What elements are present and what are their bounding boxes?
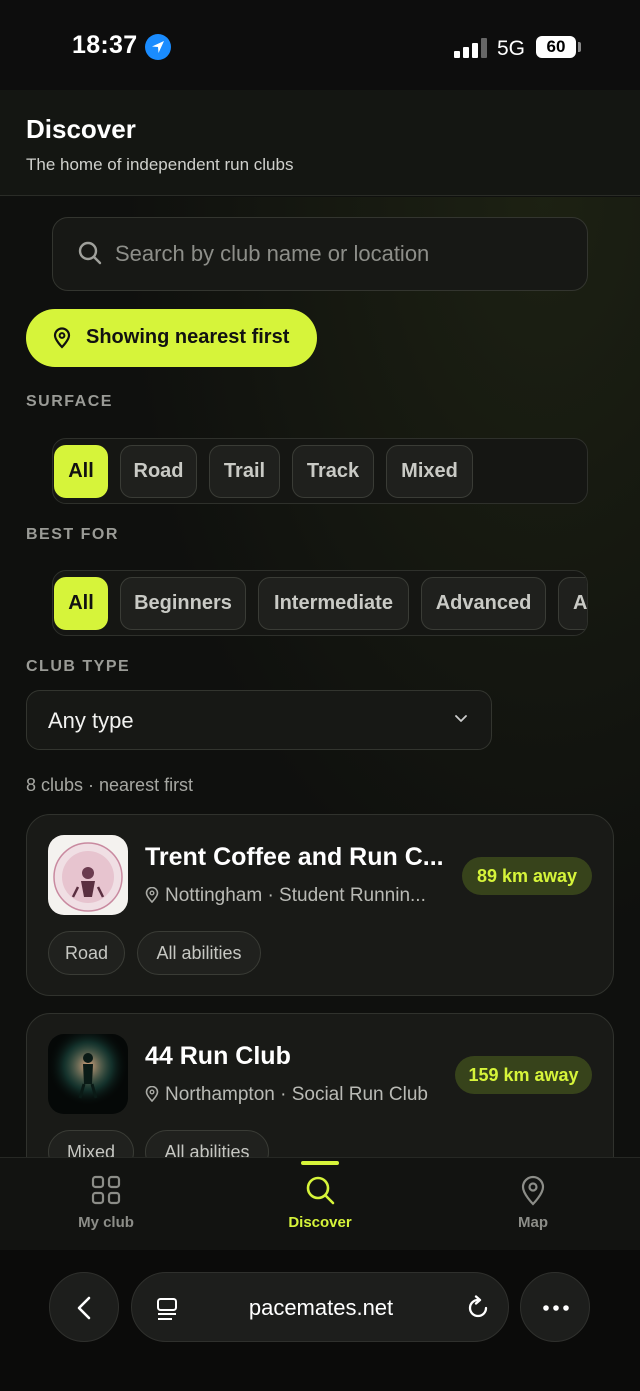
- browser-toolbar: pacemates.net: [0, 1250, 640, 1391]
- best-for-chip-beginners[interactable]: Beginners: [120, 577, 246, 630]
- status-time: 18:37: [72, 31, 138, 59]
- club-tag-ability: All abilities: [137, 931, 261, 975]
- search-box[interactable]: [52, 217, 588, 291]
- discover-content[interactable]: Showing nearest first SURFACE All Road T…: [0, 197, 640, 1157]
- search-input[interactable]: [115, 218, 575, 290]
- surface-chip-mixed[interactable]: Mixed: [386, 445, 473, 498]
- nav-map[interactable]: Map: [443, 1158, 623, 1251]
- chevron-down-icon: [455, 715, 467, 722]
- best-for-label: BEST FOR: [26, 526, 119, 543]
- reload-icon[interactable]: [465, 1295, 491, 1321]
- reader-view-icon: [157, 1298, 177, 1320]
- club-meta: Nottingham · Student Runnin...: [145, 885, 445, 907]
- network-type: 5G: [497, 37, 526, 60]
- map-pin-icon: [145, 886, 159, 904]
- map-pin-icon: [53, 327, 71, 349]
- club-location: Nottingham · Student Runnin...: [165, 885, 426, 906]
- club-tag-surface: Mixed: [48, 1130, 134, 1157]
- map-pin-icon: [521, 1175, 545, 1206]
- chevron-left-icon: [77, 1296, 91, 1320]
- club-meta: Northampton · Social Run Club: [145, 1084, 445, 1106]
- page-subtitle: The home of independent run clubs: [26, 155, 294, 174]
- club-tag-ability: All abilities: [145, 1130, 269, 1157]
- club-logo: [48, 1034, 128, 1114]
- best-for-chip-advanced[interactable]: Advanced: [421, 577, 546, 630]
- nav-discover[interactable]: Discover: [230, 1158, 410, 1251]
- best-for-chip-all[interactable]: All: [54, 577, 108, 630]
- club-logo: [48, 835, 128, 915]
- nav-my-club[interactable]: My club: [16, 1158, 196, 1251]
- best-for-chip-more[interactable]: A: [558, 577, 587, 630]
- nav-label: My club: [78, 1214, 134, 1231]
- nav-label: Discover: [288, 1214, 352, 1231]
- nearest-first-button[interactable]: Showing nearest first: [26, 309, 317, 367]
- battery-nub: [578, 42, 581, 52]
- club-location: Northampton · Social Run Club: [165, 1084, 428, 1105]
- distance-badge: 89 km away: [462, 857, 592, 895]
- grid-icon: [91, 1175, 121, 1205]
- club-type-value: Any type: [48, 708, 134, 733]
- club-name: Trent Coffee and Run C...: [145, 843, 444, 871]
- surface-chip-track[interactable]: Track: [292, 445, 374, 498]
- surface-label: SURFACE: [26, 393, 113, 410]
- cellular-signal-icon: [454, 38, 488, 58]
- status-bar: 18:37 5G 60: [0, 0, 640, 90]
- location-arrow-icon: [145, 34, 171, 60]
- bottom-nav: My club Discover Map: [0, 1157, 640, 1250]
- club-tag-surface: Road: [48, 931, 125, 975]
- more-dots-icon: [543, 1305, 569, 1311]
- surface-filter: All Road Trail Track Mixed: [52, 438, 588, 504]
- club-card[interactable]: 44 Run Club Northampton · Social Run Clu…: [26, 1013, 614, 1157]
- more-options-button[interactable]: [520, 1272, 590, 1342]
- page-header: Discover The home of independent run clu…: [0, 90, 640, 196]
- page-title: Discover: [26, 114, 136, 144]
- nav-label: Map: [518, 1214, 548, 1231]
- active-indicator: [301, 1161, 339, 1165]
- distance-badge: 159 km away: [455, 1056, 592, 1094]
- browser-back-button[interactable]: [49, 1272, 119, 1342]
- best-for-chip-intermediate[interactable]: Intermediate: [258, 577, 409, 630]
- search-icon: [306, 1176, 335, 1205]
- surface-chip-trail[interactable]: Trail: [209, 445, 280, 498]
- search-icon: [78, 241, 102, 265]
- club-type-select[interactable]: Any type: [26, 690, 492, 750]
- club-type-label: CLUB TYPE: [26, 658, 131, 675]
- surface-chip-road[interactable]: Road: [120, 445, 197, 498]
- url-text: pacemates.net: [248, 1295, 394, 1320]
- club-card[interactable]: Trent Coffee and Run C... Nottingham · S…: [26, 814, 614, 996]
- club-name: 44 Run Club: [145, 1042, 291, 1070]
- map-pin-icon: [145, 1085, 159, 1103]
- best-for-filter: All Beginners Intermediate Advanced A: [52, 570, 588, 636]
- nearest-first-label: Showing nearest first: [86, 326, 290, 348]
- result-count: 8 clubs · nearest first: [26, 775, 194, 795]
- battery-icon: 60: [536, 36, 576, 58]
- address-bar[interactable]: pacemates.net: [131, 1272, 509, 1342]
- surface-chip-all[interactable]: All: [54, 445, 108, 498]
